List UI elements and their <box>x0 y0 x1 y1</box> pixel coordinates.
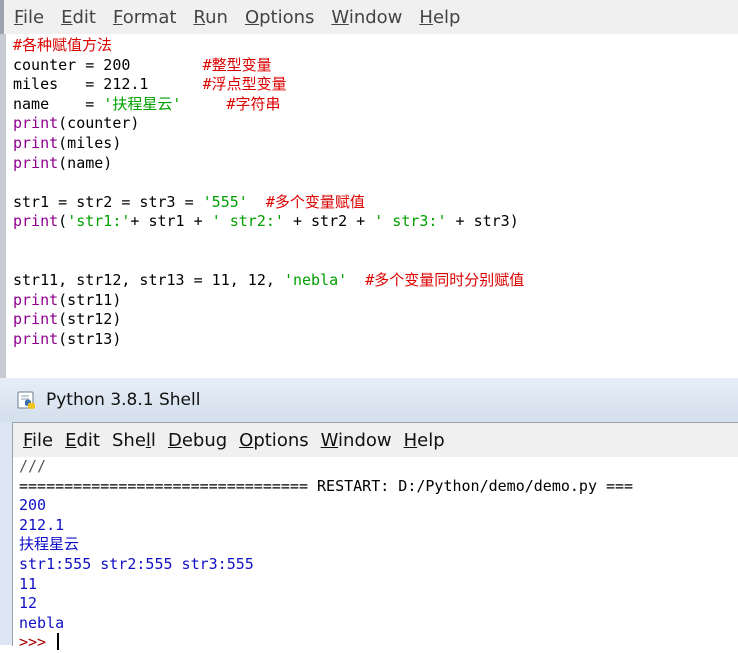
output-line: /// <box>19 457 47 475</box>
code-token: counter = 200 <box>13 55 203 74</box>
code-line: str11, str12, str13 = 11, 12, 'nebla' #多… <box>13 271 524 291</box>
code-token: print <box>13 153 59 172</box>
code-token: name = <box>13 94 104 113</box>
output-line: 扶程星云 <box>19 535 80 554</box>
shell-titlebar[interactable]: Python 3.8.1 Shell <box>0 378 738 422</box>
shell-menu-edit[interactable]: Edit <box>65 430 100 451</box>
editor-menu-help[interactable]: Help <box>408 7 460 28</box>
shell-menu-debug[interactable]: Debug <box>168 430 227 451</box>
code-token: (name) <box>58 153 113 172</box>
code-token: '555' <box>202 192 248 211</box>
editor-menu-format[interactable]: Format <box>102 7 176 28</box>
code-token: 'str1:' <box>67 212 131 231</box>
shell-menu-file[interactable]: File <box>23 430 53 451</box>
shell-menubar: File Edit Shell Debug Options Window Help <box>13 423 738 457</box>
code-line: #各种赋值方法 <box>13 36 524 56</box>
code-line: print(str12) <box>13 310 524 330</box>
output-line: nebla <box>19 613 65 632</box>
python-idle-icon <box>17 391 35 409</box>
output-line: str1:555 str2:555 str3:555 <box>19 554 254 573</box>
code-token: ' str3:' <box>374 212 447 231</box>
code-token: + str2 + <box>283 212 375 231</box>
text-cursor <box>57 633 60 651</box>
code-token: print <box>13 114 59 133</box>
shell-menu-window[interactable]: Window <box>321 430 392 451</box>
code-line: miles = 212.1 #浮点型变量 <box>13 75 524 95</box>
code-token: #各种赋值方法 <box>13 36 113 54</box>
shell-menu-help[interactable]: Help <box>404 430 445 451</box>
editor-menu-run[interactable]: Run <box>182 7 228 28</box>
editor-window: File Edit Format Run Options Window Help #各种赋值… <box>0 0 738 378</box>
code-line: counter = 200 #整型变量 <box>13 56 524 76</box>
editor-menu-file[interactable]: File <box>4 7 44 28</box>
code-token: str1 = str2 = str3 = <box>13 192 203 211</box>
code-token: (str12) <box>58 310 122 329</box>
code-line: print('str1:'+ str1 + ' str2:' + str2 + … <box>13 212 524 232</box>
code-line: print(str11) <box>13 291 524 311</box>
code-token: (str11) <box>58 290 122 309</box>
code-line: print(name) <box>13 154 524 174</box>
code-token: print <box>13 310 59 329</box>
output-line: 11 <box>19 574 38 593</box>
code-token: 'nebla' <box>283 271 348 290</box>
editor-menu-window[interactable]: Window <box>320 7 402 28</box>
code-editor[interactable]: #各种赋值方法 counter = 200 #整型变量 miles = 212.1 … <box>13 36 524 350</box>
shell-prompt: >>> <box>19 633 47 652</box>
code-token: (counter) <box>58 114 140 133</box>
code-token: (miles) <box>58 133 122 152</box>
shell-menu-shell[interactable]: Shell <box>112 430 156 451</box>
code-token: print <box>13 329 59 348</box>
output-line: 212.1 <box>19 515 65 534</box>
editor-menubar: File Edit Format Run Options Window Help <box>0 0 738 34</box>
shell-body: File Edit Shell Debug Options Window Help ///=… <box>12 422 738 651</box>
code-token: #字符串 <box>226 94 281 113</box>
code-line: print(counter) <box>13 114 524 134</box>
code-line: print(miles) <box>13 134 524 154</box>
code-token: str11, str12, str13 = 11, 12, <box>13 271 284 290</box>
prompt-line[interactable]: >>> <box>19 633 738 653</box>
code-token: print <box>13 133 59 152</box>
code-token: #多个变量赋值 <box>265 192 365 211</box>
code-token: (str13) <box>58 329 122 348</box>
code-token: #浮点型变量 <box>202 75 287 94</box>
output-line: 12 <box>19 594 38 613</box>
code-token: print <box>13 290 59 309</box>
code-line: str1 = str2 = str3 = '555' #多个变量赋值 <box>13 193 524 213</box>
shell-title: Python 3.8.1 Shell <box>46 390 201 410</box>
code-token: miles = 212.1 <box>13 75 203 94</box>
shell-window: Python 3.8.1 Shell File Edit Shell Debug Opt… <box>0 378 738 651</box>
code-token: #整型变量 <box>202 55 272 74</box>
code-token: ( <box>58 212 68 231</box>
output-line: 200 <box>19 496 47 515</box>
shell-output[interactable]: ///================================ REST… <box>19 457 738 653</box>
editor-menu-edit[interactable]: Edit <box>50 7 96 28</box>
editor-menu-options[interactable]: Options <box>234 7 314 28</box>
code-token: print <box>13 212 59 231</box>
code-token: #多个变量同时分别赋值 <box>365 271 525 290</box>
output-line: ================================ RESTART… <box>19 476 634 495</box>
code-token: + str3) <box>446 212 519 231</box>
code-line: name = '扶程星云' #字符串 <box>13 95 524 115</box>
code-token: '扶程星云' <box>103 94 182 113</box>
code-token: + str1 + <box>130 212 212 231</box>
code-line: print(str13) <box>13 330 524 350</box>
code-token: ' str2:' <box>211 212 284 231</box>
editor-frame-edge <box>0 34 6 378</box>
shell-menu-options[interactable]: Options <box>239 430 308 451</box>
